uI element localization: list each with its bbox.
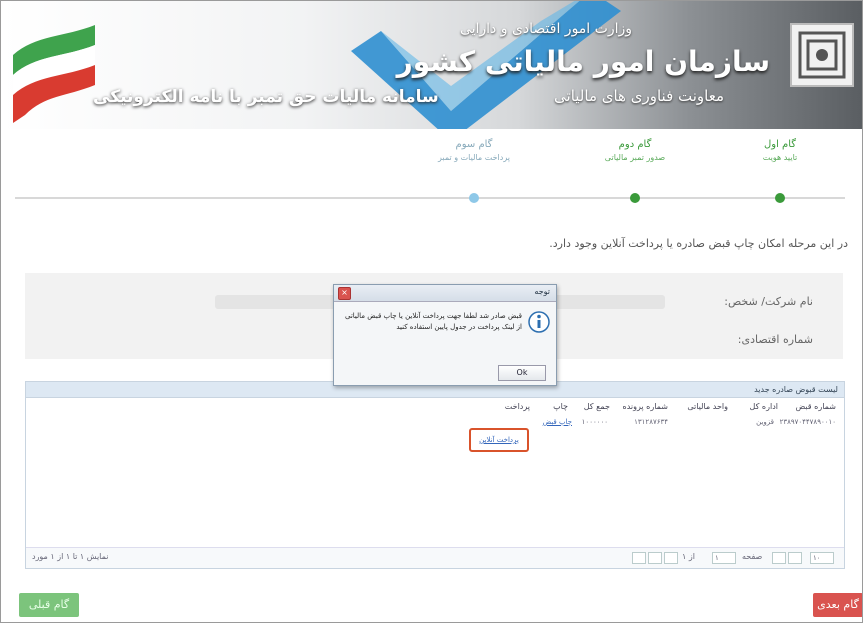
iran-flag-logo <box>13 25 95 123</box>
stepper-line <box>15 197 845 199</box>
step-dot <box>630 193 640 203</box>
table-header: شماره قبض اداره کل واحد مالیاتی شماره پر… <box>26 402 844 416</box>
column-header[interactable]: چاپ <box>553 402 568 411</box>
first-page-button[interactable] <box>632 552 646 564</box>
page-of-label: از ۱ <box>682 552 695 561</box>
online-payment-link[interactable]: پرداخت آنلاین <box>469 428 529 452</box>
pagination-bar: نمایش ۱ تا ۱ از ۱ مورد از ۱ ۱ صفحه ۱۰ <box>26 547 844 568</box>
deputy-title: معاونت فناوری های مالیاتی <box>554 87 724 105</box>
header-banner: وزارت امور اقتصادی و دارایی سازمان امور … <box>1 1 862 129</box>
amount-cell: ۱۰۰۰۰۰۰ <box>581 418 608 426</box>
last-page-button[interactable] <box>788 552 802 564</box>
step-subtitle: تایید هویت <box>762 153 798 162</box>
step-dot <box>469 193 479 203</box>
page-number-input[interactable]: ۱ <box>712 552 736 564</box>
next-page-button[interactable] <box>772 552 786 564</box>
column-header[interactable]: واحد مالیاتی <box>687 402 728 411</box>
notice-dialog: × توجه قبض صادر شد لطفا جهت پرداخت آنلای… <box>333 284 557 386</box>
office-cell: قزوین <box>756 418 774 426</box>
prev-page-button[interactable] <box>648 552 662 564</box>
page-label: صفحه <box>742 552 763 561</box>
company-name-label: نام شرکت/ شخص: <box>724 295 813 308</box>
dialog-title: توجه <box>534 287 550 296</box>
app-window: وزارت امور اقتصادی و دارایی سازمان امور … <box>0 0 863 623</box>
pagination-summary: نمایش ۱ تا ۱ از ۱ مورد <box>32 552 109 561</box>
info-text: در این مرحله امکان چاپ قبض صادره یا پردا… <box>549 237 848 250</box>
step-1: گام اول تایید هویت <box>715 139 845 203</box>
step-3: گام سوم پرداخت مالیات و تمبر <box>409 139 539 203</box>
column-header[interactable]: اداره کل <box>750 402 778 411</box>
step-title: گام سوم <box>455 139 493 150</box>
next-step-button[interactable]: گام بعدی <box>813 593 862 617</box>
step-title: گام دوم <box>618 139 652 150</box>
column-header[interactable]: جمع کل <box>584 402 610 411</box>
receipt-number: ۲۳۸۹۷۰۴۴۷۸۹۰۰۱۰ <box>779 418 836 426</box>
organization-title: سازمان امور مالیاتی کشور <box>396 45 770 78</box>
dialog-message: قبض صادر شد لطفا جهت پرداخت آنلاین یا چا… <box>344 312 522 331</box>
organization-emblem-icon <box>790 23 854 87</box>
page-number-value: ۱ <box>715 554 719 562</box>
column-header[interactable]: شماره پرونده <box>623 402 668 411</box>
dialog-titlebar: × توجه <box>334 285 556 302</box>
table-row: ۲۳۸۹۷۰۴۴۷۸۹۰۰۱۰ قزوین ۱۳۱۲۸۷۶۳۴ ۱۰۰۰۰۰۰ … <box>26 418 844 432</box>
ministry-title: وزارت امور اقتصادی و دارایی <box>459 21 632 37</box>
info-icon <box>528 311 550 333</box>
print-receipt-link[interactable]: چاپ قبض <box>543 418 572 426</box>
system-title: سامانه مالیات حق تمبر با نامه الکترونیکی <box>93 87 439 107</box>
column-header[interactable]: شماره قبض <box>796 402 836 411</box>
receipts-panel: لیست قبوض صادره جدید شماره قبض اداره کل … <box>25 381 845 569</box>
step-subtitle: پرداخت مالیات و تمبر <box>438 153 510 162</box>
economic-code-label: شماره اقتصادی: <box>737 333 813 346</box>
ok-button[interactable]: Ok <box>498 365 546 381</box>
previous-step-button[interactable]: گام قبلی <box>19 593 79 617</box>
close-icon[interactable]: × <box>338 287 351 300</box>
wizard-stepper: گام اول تایید هویت گام دوم صدور تمبر مال… <box>15 139 845 209</box>
step-dot <box>775 193 785 203</box>
page-size-select[interactable]: ۱۰ <box>810 552 834 564</box>
step-subtitle: صدور تمبر مالیاتی <box>604 153 666 162</box>
refresh-button[interactable] <box>664 552 678 564</box>
file-number: ۱۳۱۲۸۷۶۳۴ <box>634 418 668 426</box>
page-size-value: ۱۰ <box>813 554 821 562</box>
step-title: گام اول <box>763 139 797 150</box>
column-header[interactable]: پرداخت <box>505 402 530 411</box>
step-2: گام دوم صدور تمبر مالیاتی <box>570 139 700 203</box>
